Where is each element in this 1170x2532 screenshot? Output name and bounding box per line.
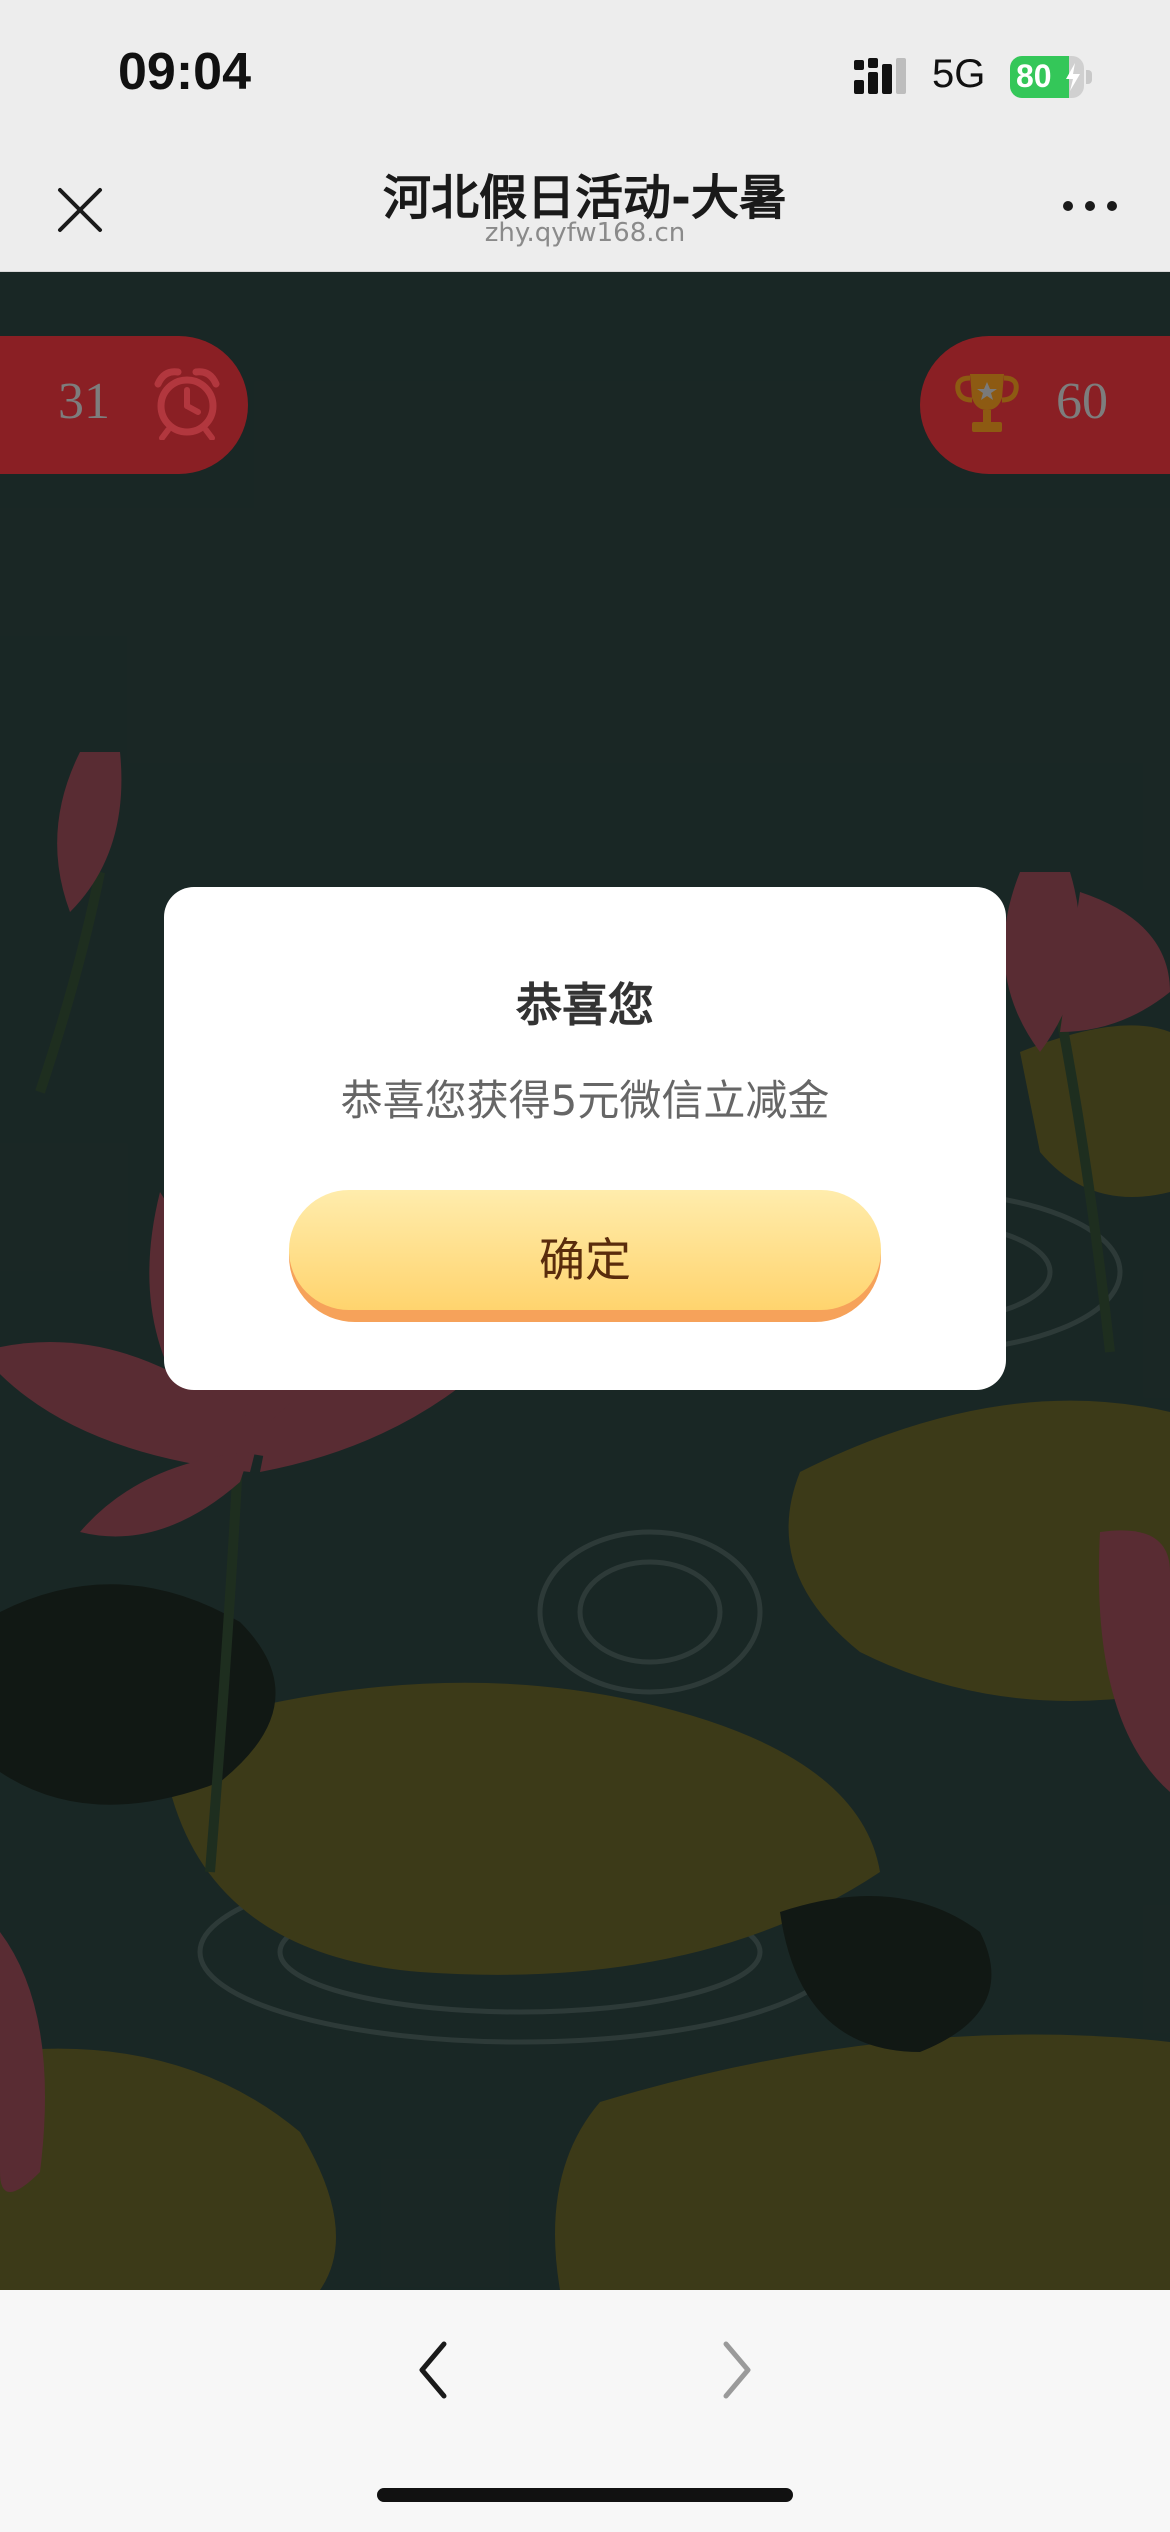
battery-percent: 80 [1016, 58, 1052, 94]
network-label: 5G [932, 52, 986, 96]
page-url: zhy.qyfw168.cn [484, 218, 686, 248]
more-icon[interactable] [1060, 196, 1120, 216]
home-indicator [377, 2488, 793, 2502]
trophy-icon [955, 374, 1019, 432]
score-value: 60 [1056, 373, 1108, 430]
status-bar: 09:04 5G 80 [0, 0, 1170, 140]
dialog-title: 恭喜您 [516, 978, 654, 1032]
status-time: 09:04 [118, 43, 251, 101]
timer-badge: 31 [0, 336, 248, 474]
score-badge: 60 [920, 336, 1170, 474]
forward-chevron-icon[interactable] [712, 2330, 762, 2410]
bottom-toolbar [0, 2290, 1170, 2532]
dialog-message: 恭喜您获得5元微信立减金 [340, 1076, 830, 1125]
nav-bar: 河北假日活动-大暑 zhy.qyfw168.cn [0, 140, 1170, 272]
confirm-button-label: 确定 [539, 1233, 631, 1287]
charging-bolt-icon [1066, 63, 1080, 91]
reward-dialog: 恭喜您 恭喜您获得5元微信立减金 确定 [164, 887, 1006, 1390]
timer-value: 31 [58, 373, 110, 430]
battery-icon: 80 [1010, 56, 1092, 98]
signal-icon [854, 58, 906, 94]
alarm-clock-icon [154, 368, 220, 440]
confirm-button[interactable]: 确定 [289, 1190, 881, 1322]
back-chevron-icon[interactable] [408, 2330, 458, 2410]
game-area: 31 60 恭喜您 恭喜您获得5元微信立减金 确定 [0, 272, 1170, 2290]
